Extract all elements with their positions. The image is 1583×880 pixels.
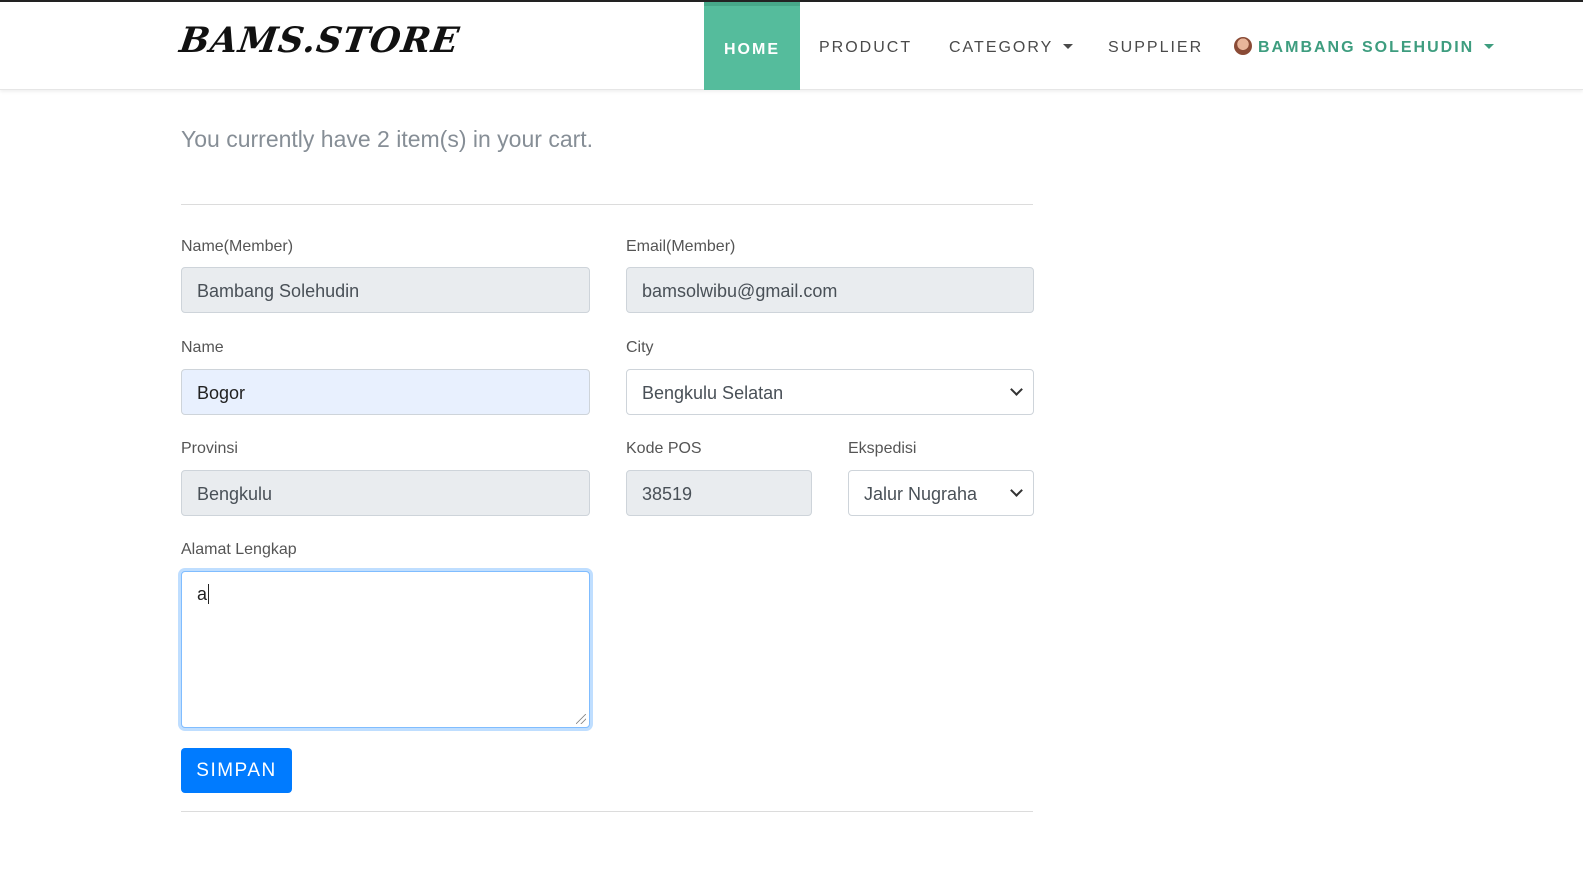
alamat-textarea[interactable]: a (181, 571, 590, 728)
name-member-label: Name(Member) (181, 238, 294, 255)
nav-product[interactable]: PRODUCT (819, 2, 912, 90)
divider (181, 204, 1033, 205)
kode-pos-field[interactable]: 38519 (626, 470, 812, 516)
nav-home[interactable]: HOME (704, 2, 800, 90)
ekspedisi-label: Ekspedisi (848, 440, 917, 457)
chevron-down-icon (1010, 383, 1023, 396)
kode-pos-label: Kode POS (626, 440, 702, 457)
caret-down-icon (1484, 44, 1495, 49)
city-label: City (626, 339, 654, 356)
alamat-label: Alamat Lengkap (181, 541, 297, 558)
email-member-label: Email(Member) (626, 238, 736, 255)
ekspedisi-selected-value: Jalur Nugraha (864, 484, 978, 504)
alamat-value: a (197, 584, 208, 604)
nav-user-menu[interactable]: BAMBANG SOLEHUDIN (1234, 2, 1495, 90)
name-member-field[interactable]: Bambang Solehudin (181, 267, 590, 313)
nav-supplier[interactable]: SUPPLIER (1108, 2, 1203, 90)
simpan-button[interactable]: SIMPAN (181, 748, 292, 793)
resize-handle-icon[interactable] (576, 714, 586, 724)
email-member-field[interactable]: bamsolwibu@gmail.com (626, 267, 1034, 313)
cart-message: You currently have 2 item(s) in your car… (181, 126, 594, 152)
avatar-icon (1234, 37, 1252, 55)
city-select[interactable]: Bengkulu Selatan (626, 369, 1034, 415)
navbar: BAMS.STORE HOME PRODUCT CATEGORY SUPPLIE… (0, 2, 1583, 90)
nav-category[interactable]: CATEGORY (949, 2, 1074, 90)
provinsi-label: Provinsi (181, 440, 238, 457)
provinsi-field[interactable]: Bengkulu (181, 470, 590, 516)
text-cursor (208, 584, 210, 604)
user-name: BAMBANG SOLEHUDIN (1258, 39, 1475, 56)
name-input[interactable]: Bogor (181, 369, 590, 415)
divider (181, 811, 1033, 812)
nav-category-label: CATEGORY (949, 39, 1054, 56)
city-selected-value: Bengkulu Selatan (642, 383, 784, 403)
brand-logo[interactable]: BAMS.STORE (177, 20, 462, 61)
ekspedisi-select[interactable]: Jalur Nugraha (848, 470, 1034, 516)
name-label: Name (181, 339, 224, 356)
caret-down-icon (1063, 44, 1074, 49)
chevron-down-icon (1010, 484, 1023, 497)
